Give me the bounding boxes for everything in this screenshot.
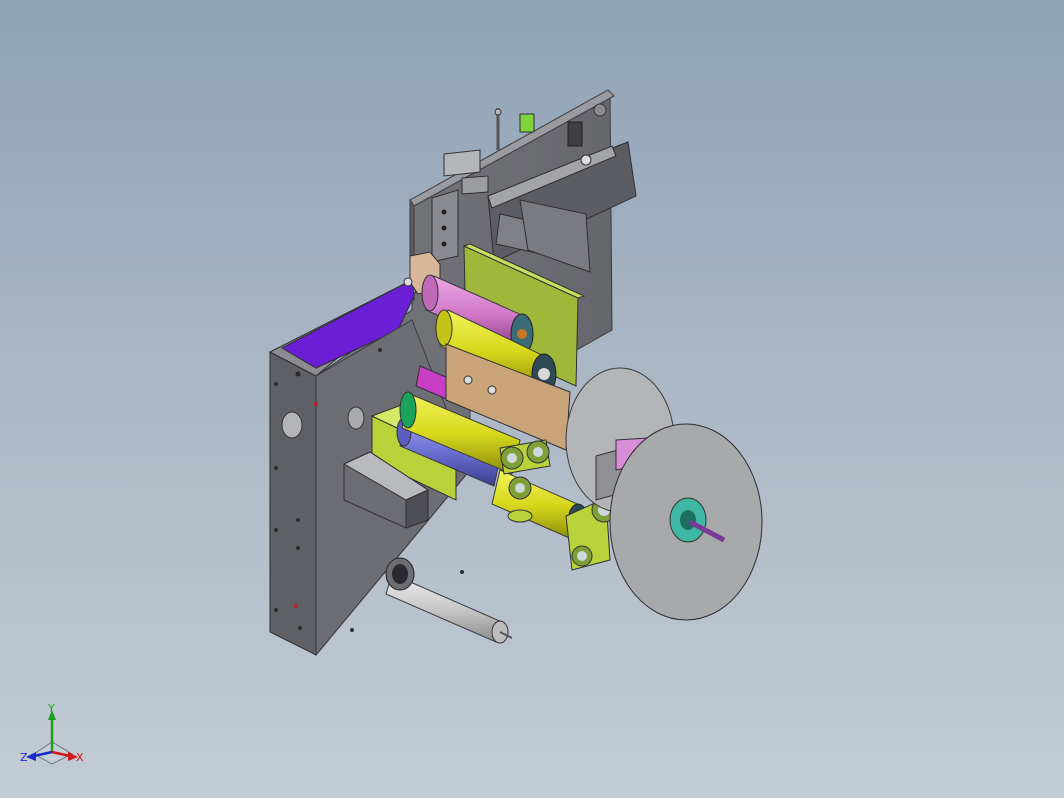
unwind-shaft[interactable] (385, 557, 513, 644)
axis-triad: Y X Z (20, 702, 84, 765)
y-axis-label: Y (47, 702, 55, 715)
small-hub[interactable] (507, 509, 533, 523)
z-axis-label: Z (20, 751, 28, 764)
reel-front[interactable] (609, 423, 763, 621)
cad-viewport[interactable]: Y X Z (0, 0, 1064, 798)
cad-model[interactable] (0, 0, 1064, 798)
x-axis-label: X (76, 751, 84, 764)
